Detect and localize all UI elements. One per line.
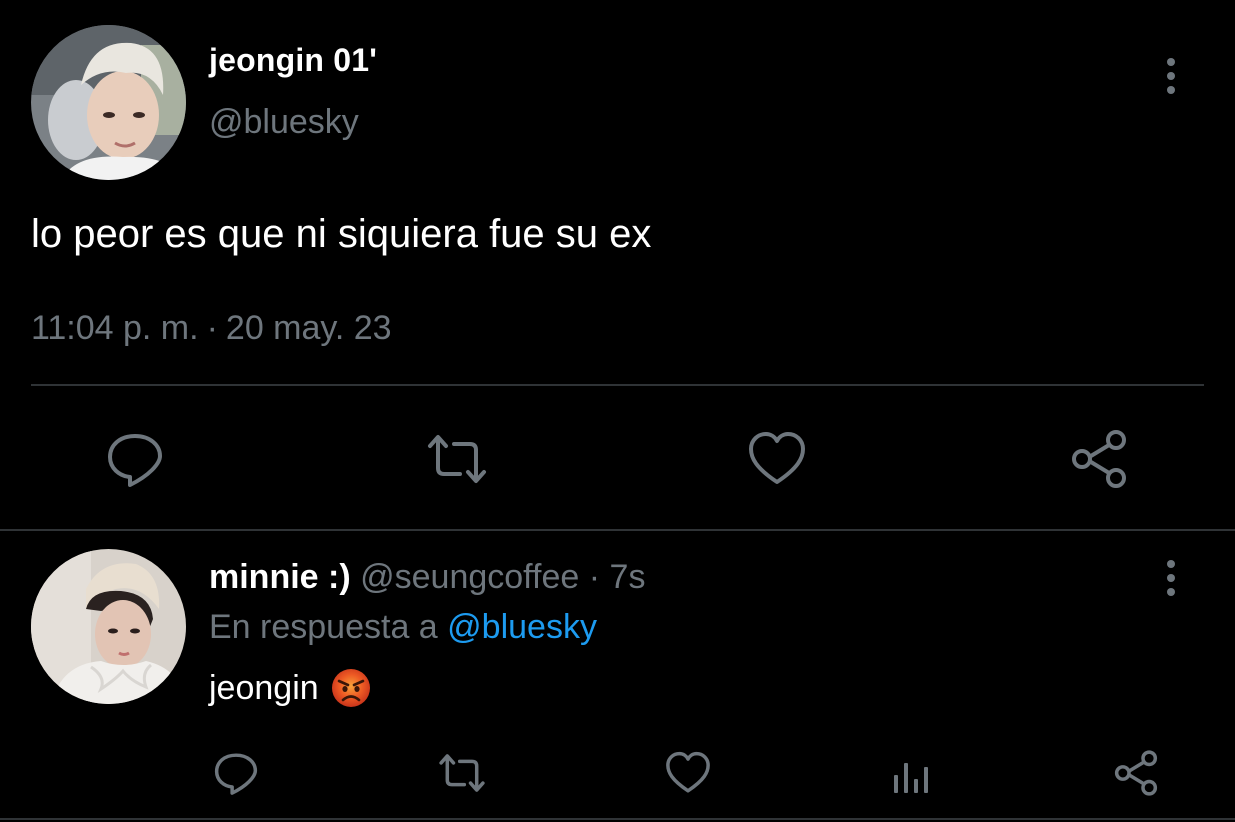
retweet-icon[interactable] — [424, 428, 490, 490]
timestamp-separator: · — [206, 309, 218, 347]
main-tweet-time: 11:04 p. m. — [31, 309, 199, 347]
angry-face-emoji-icon — [331, 668, 371, 708]
divider — [31, 384, 1204, 386]
header-separator: · — [588, 558, 601, 596]
main-tweet-date: 20 may. 23 — [225, 309, 392, 347]
reply-icon[interactable] — [212, 749, 260, 797]
analytics-icon[interactable] — [888, 749, 936, 797]
reply-icon[interactable] — [104, 428, 166, 490]
share-icon[interactable] — [1112, 749, 1160, 797]
main-tweet-more-options-icon[interactable] — [1156, 56, 1186, 96]
reply-tweet-header: minnie :) @seungcoffee · 7s — [209, 558, 645, 597]
reply-tweet-more-options-icon[interactable] — [1156, 558, 1186, 598]
retweet-icon[interactable] — [436, 749, 488, 797]
main-tweet-text: lo peor es que ni siquiera fue su ex — [31, 212, 652, 256]
reply-context: En respuesta a @bluesky — [209, 608, 597, 647]
reply-tweet-time[interactable]: 7s — [610, 558, 646, 596]
reply-context-mention-link[interactable]: @bluesky — [447, 608, 597, 646]
divider — [0, 529, 1235, 531]
reply-tweet-text: jeongin — [209, 668, 319, 707]
reply-context-prefix: En respuesta a — [209, 608, 438, 646]
reply-tweet-handle[interactable]: @seungcoffee — [360, 558, 579, 596]
like-heart-icon[interactable] — [664, 749, 712, 797]
main-tweet-handle[interactable]: @bluesky — [209, 103, 359, 142]
divider — [0, 818, 1235, 820]
like-heart-icon[interactable] — [746, 428, 808, 490]
main-tweet-display-name[interactable]: jeongin 01' — [209, 42, 377, 79]
main-tweet-timestamp[interactable]: 11:04 p. m. · 20 may. 23 — [31, 309, 392, 348]
share-icon[interactable] — [1068, 428, 1130, 490]
reply-tweet-text-row: jeongin — [209, 668, 371, 708]
reply-tweet-display-name[interactable]: minnie :) — [209, 558, 351, 596]
reply-tweet-avatar[interactable] — [31, 549, 186, 704]
main-tweet-avatar[interactable] — [31, 25, 186, 180]
